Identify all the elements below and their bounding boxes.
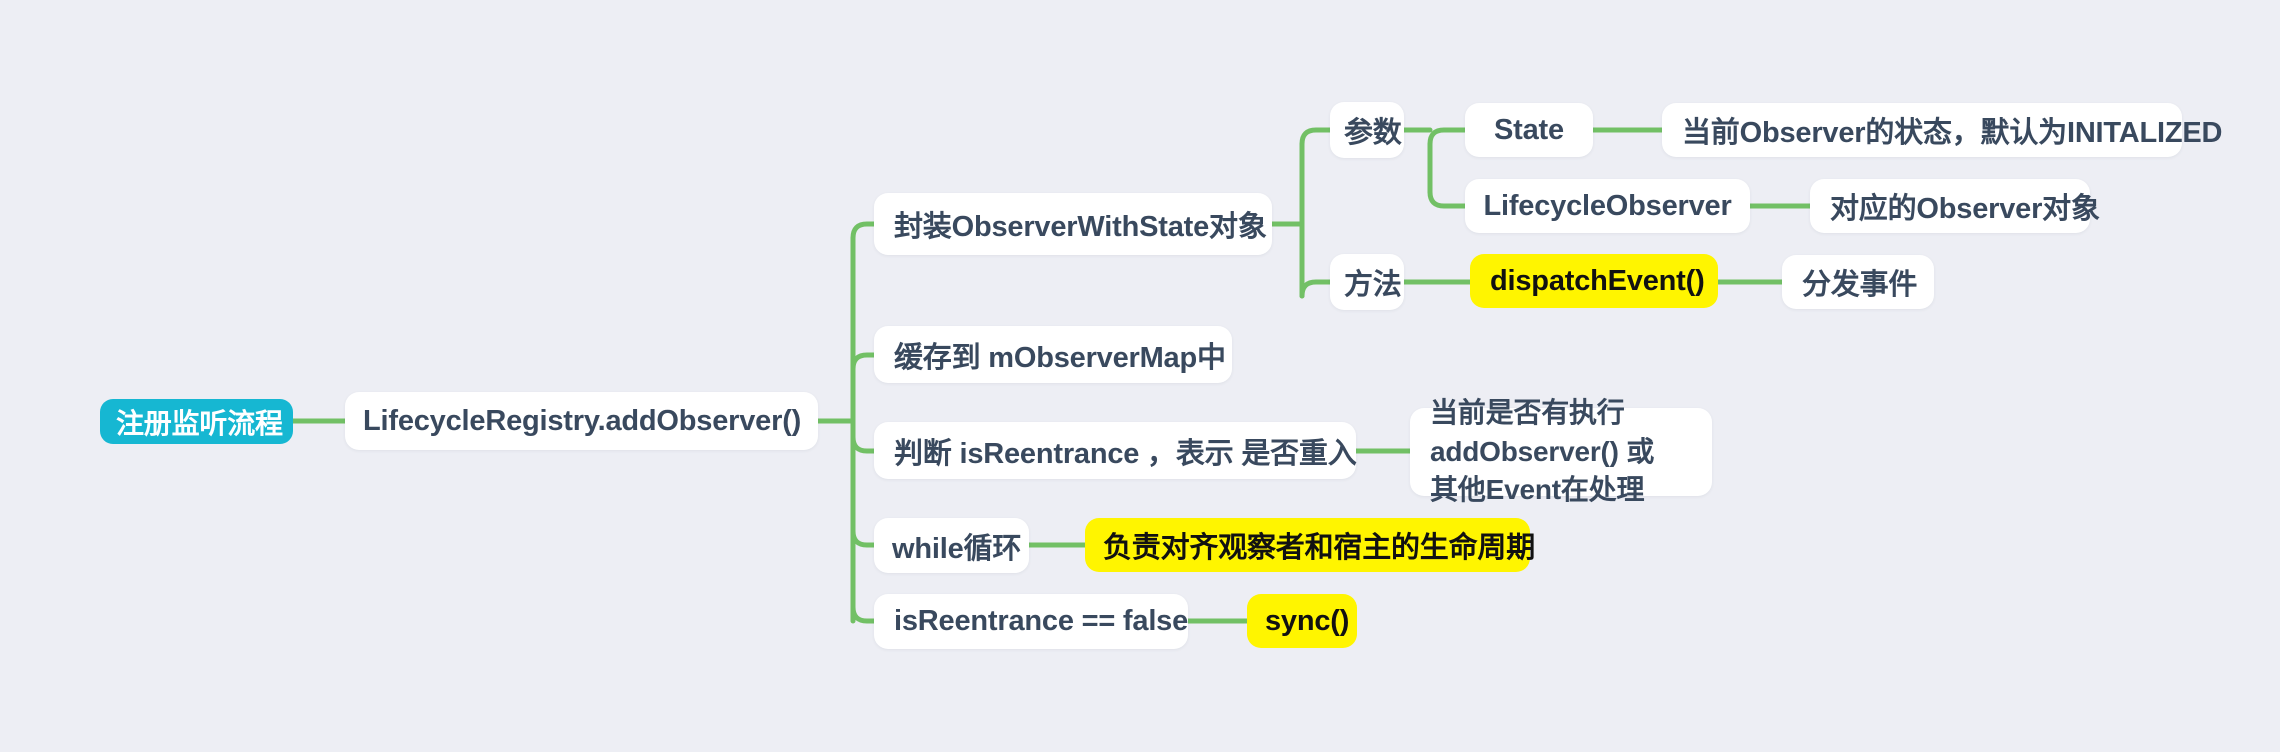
node-params[interactable]: 参数 bbox=[1330, 102, 1404, 158]
edge-params-subtrunk-to-state bbox=[1427, 127, 1468, 147]
node-params-label: 参数 bbox=[1344, 117, 1402, 149]
node-while-note-label: 负责对齐观察者和宿主的生命周期 bbox=[1103, 532, 1536, 564]
node-methods[interactable]: 方法 bbox=[1330, 254, 1404, 310]
node-isreentrance-false[interactable]: isReentrance == false bbox=[874, 594, 1188, 649]
node-dispatch-description-label: 分发事件 bbox=[1802, 269, 1918, 301]
node-lifecycleregistry-addobserver[interactable]: LifecycleRegistry.addObserver() bbox=[345, 392, 818, 450]
node-while-loop[interactable]: while循环 bbox=[874, 518, 1029, 573]
node-sync-highlight[interactable]: sync() bbox=[1247, 594, 1357, 648]
node-lifecycleobserver[interactable]: LifecycleObserver bbox=[1465, 179, 1750, 233]
node-observer-description[interactable]: 对应的Observer对象 bbox=[1810, 179, 2100, 233]
node-cache-to-mobservermap[interactable]: 缓存到 mObserverMap中 bbox=[874, 326, 1232, 383]
node-dispatchevent-label: dispatchEvent() bbox=[1490, 264, 1705, 297]
edge-trunk-to-child-4 bbox=[850, 528, 877, 548]
edge-subtrunk-to-params bbox=[1299, 127, 1333, 147]
node-lifecycleobserver-label: LifecycleObserver bbox=[1483, 189, 1732, 222]
node-reentrance-note-line1: 当前是否有执行addObserver() 或 bbox=[1430, 397, 1655, 467]
node-root-register-listen-flow[interactable]: 注册监听流程 bbox=[100, 399, 293, 444]
edge-subtrunk-to-methods bbox=[1299, 279, 1333, 299]
edge-trunk-to-child-1 bbox=[850, 221, 877, 241]
edge-params-subtrunk-to-observer bbox=[1427, 189, 1468, 209]
node-cache-to-mobservermap-label: 缓存到 mObserverMap中 bbox=[894, 341, 1226, 374]
node-root-label: 注册监听流程 bbox=[116, 407, 283, 439]
node-methods-label: 方法 bbox=[1344, 269, 1402, 301]
edge-trunk-to-child-3 bbox=[850, 434, 877, 454]
node-state-description-label: 当前Observer的状态，默认为INITALIZED bbox=[1682, 117, 2223, 149]
node-dispatch-description[interactable]: 分发事件 bbox=[1782, 255, 1934, 309]
node-encapsulate-observerwithstate[interactable]: 封装ObserverWithState对象 bbox=[874, 193, 1272, 255]
mindmap-canvas: 注册监听流程 LifecycleRegistry.addObserver() 封… bbox=[0, 0, 2280, 752]
node-reentrance-note-text: 当前是否有执行addObserver() 或 其他Event在处理 bbox=[1430, 394, 1692, 510]
node-sync-label: sync() bbox=[1265, 604, 1350, 637]
node-state-label: State bbox=[1494, 113, 1564, 146]
node-reentrance-note-line2: 其他Event在处理 bbox=[1430, 474, 1645, 506]
node-dispatchevent-highlight[interactable]: dispatchEvent() bbox=[1470, 254, 1718, 308]
edge-trunk-to-child-2 bbox=[850, 352, 877, 372]
edge-trunk-to-child-5 bbox=[850, 604, 877, 624]
node-state-description[interactable]: 当前Observer的状态，默认为INITALIZED bbox=[1662, 103, 2223, 157]
node-encapsulate-observerwithstate-label: 封装ObserverWithState对象 bbox=[894, 211, 1267, 243]
node-check-isreentrance[interactable]: 判断 isReentrance ，表示 是否重入 bbox=[874, 422, 1357, 479]
node-observer-description-label: 对应的Observer对象 bbox=[1830, 193, 2100, 225]
node-while-loop-label: while循环 bbox=[892, 532, 1022, 565]
node-isreentrance-false-label: isReentrance == false bbox=[894, 605, 1189, 637]
node-while-note-highlight[interactable]: 负责对齐观察者和宿主的生命周期 bbox=[1085, 518, 1536, 572]
node-reentrance-note[interactable]: 当前是否有执行addObserver() 或 其他Event在处理 bbox=[1410, 397, 1712, 505]
node-lifecycleregistry-addobserver-label: LifecycleRegistry.addObserver() bbox=[363, 404, 802, 437]
node-state[interactable]: State bbox=[1465, 103, 1593, 157]
node-check-isreentrance-label: 判断 isReentrance ，表示 是否重入 bbox=[894, 437, 1357, 470]
